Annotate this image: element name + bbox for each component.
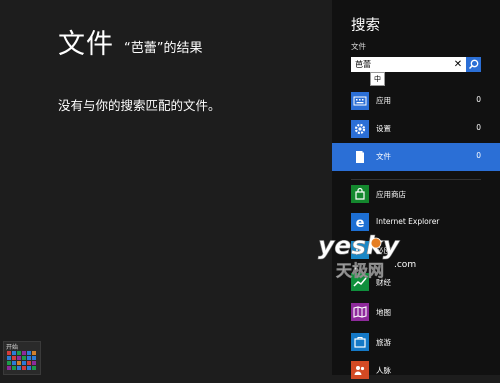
category-label: 应用 (376, 96, 391, 105)
category-count: 0 (476, 151, 481, 160)
yesky-watermark-logo: yesky 天极网 .com (316, 230, 434, 282)
svg-text:e: e (356, 216, 365, 231)
app-maps[interactable]: 地图 (332, 299, 500, 325)
category-files[interactable]: 文件 0 (332, 143, 500, 171)
start-tiles-icon (7, 351, 36, 370)
maps-icon (351, 303, 369, 321)
results-subtitle: “芭蕾”的结果 (124, 41, 203, 56)
start-screen-thumbnail[interactable]: 开始 (3, 341, 41, 375)
search-box: ✕ (351, 57, 481, 72)
app-label: 人脉 (376, 366, 391, 375)
watermark-dot (370, 237, 382, 249)
divider (351, 179, 481, 180)
ie-icon: e (351, 213, 369, 231)
keyboard-icon (351, 92, 369, 110)
start-label: 开始 (6, 344, 19, 351)
category-apps[interactable]: 应用 0 (332, 87, 500, 115)
gear-icon (351, 120, 369, 138)
app-people[interactable]: 人脉 (332, 357, 500, 383)
app-label: Internet Explorer (376, 217, 440, 226)
category-count: 0 (476, 123, 481, 132)
search-icon (468, 59, 479, 70)
app-label: 应用商店 (376, 190, 406, 199)
travel-icon (351, 333, 369, 351)
app-store[interactable]: 应用商店 (332, 181, 500, 207)
category-label: 文件 (376, 152, 391, 161)
document-icon (351, 148, 369, 166)
clear-search-button[interactable]: ✕ (451, 57, 465, 72)
search-results-main: 文件 “芭蕾”的结果 没有与你的搜索匹配的文件。 开始 (0, 0, 332, 375)
store-icon (351, 185, 369, 203)
ime-mode-indicator[interactable]: 中 (370, 72, 385, 86)
no-results-message: 没有与你的搜索匹配的文件。 (58, 98, 221, 113)
search-scope-label: 文件 (351, 42, 366, 51)
close-icon: ✕ (453, 59, 463, 70)
app-travel[interactable]: 旅游 (332, 329, 500, 355)
search-pane-title: 搜索 (351, 18, 380, 34)
search-input[interactable] (351, 57, 449, 72)
watermark-sub: 天极网 (336, 261, 384, 280)
app-label: 地图 (376, 308, 391, 317)
category-settings[interactable]: 设置 0 (332, 115, 500, 143)
search-submit-button[interactable] (466, 57, 481, 72)
watermark-domain: .com (394, 260, 416, 270)
people-icon (351, 361, 369, 379)
category-count: 0 (476, 95, 481, 104)
search-charm-pane: 搜索 文件 ✕ 中 应用 0 (332, 0, 500, 379)
page-title: 文件 (58, 29, 114, 60)
category-label: 设置 (376, 124, 391, 133)
watermark-brand: yesky (318, 231, 401, 260)
app-label: 旅游 (376, 338, 391, 347)
